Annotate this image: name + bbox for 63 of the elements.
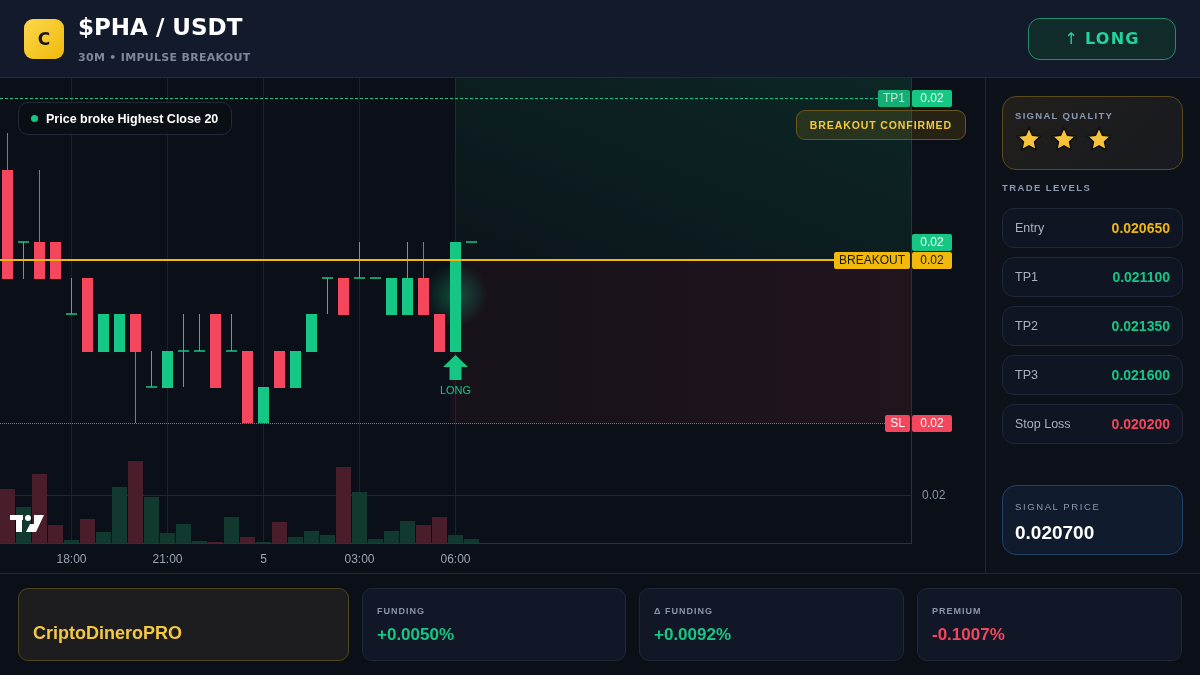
- star-icon: [1085, 126, 1113, 154]
- candle: [290, 351, 301, 388]
- price-label: 0.02: [912, 233, 952, 251]
- level-name: TP3: [1015, 368, 1038, 382]
- section-title: TRADE LEVELS: [1002, 182, 1093, 194]
- stat-label: FUNDING: [377, 606, 426, 617]
- candle: [306, 314, 317, 352]
- level-name: Entry: [1015, 221, 1045, 235]
- candle: [354, 242, 365, 279]
- time-axis-label: 18:00: [56, 551, 87, 566]
- candle: [386, 278, 397, 315]
- stat-label: PREMIUM: [932, 606, 983, 617]
- candle: [226, 314, 237, 352]
- time-axis-label: 06:00: [440, 551, 471, 566]
- candle: [114, 314, 125, 352]
- stat-value: -0.1007%: [932, 625, 1006, 644]
- breakout-status: BREAKOUT CONFIRMED: [795, 110, 966, 140]
- candle: [18, 241, 29, 279]
- candle: [274, 351, 285, 388]
- candle: [338, 278, 349, 315]
- price-label: 0.02: [912, 251, 952, 269]
- level-value: 0.020200: [1111, 416, 1170, 432]
- candle: [146, 351, 157, 388]
- stat-value: +0.0050%: [377, 625, 456, 644]
- card-title: SIGNAL QUALITY: [1015, 110, 1115, 122]
- level-name: Stop Loss: [1015, 417, 1071, 431]
- candle: [434, 314, 445, 352]
- status-dot-icon: [31, 115, 38, 122]
- card-title: SIGNAL PRICE: [1015, 501, 1102, 513]
- candle: [66, 278, 77, 315]
- pair-title: $PHA / USDT: [78, 12, 244, 41]
- up-arrow-icon: [443, 355, 468, 380]
- app-logo: C: [24, 18, 64, 59]
- trade-direction: ↑ LONG: [1028, 17, 1176, 60]
- timeframe-subtitle: 30M • IMPULSE BREAKOUT: [78, 50, 251, 65]
- time-axis-label: 03:00: [344, 551, 375, 566]
- time-axis-label: 21:00: [152, 551, 183, 566]
- level-value: 0.021600: [1111, 367, 1170, 383]
- stat-value: +0.0092%: [654, 625, 733, 644]
- candle: [258, 387, 269, 423]
- signal-label: LONG: [439, 384, 472, 396]
- candle: [194, 314, 205, 352]
- brand-name: CriptoDineroPRO: [33, 623, 182, 643]
- signal-price-value: 0.020700: [1015, 522, 1096, 543]
- candle: [98, 314, 109, 352]
- legend-text: Price broke Highest Close 20: [46, 111, 219, 126]
- price-axis-label: 0.02: [922, 487, 946, 503]
- level-value: 0.020650: [1111, 220, 1170, 236]
- level-name: TP1: [1015, 270, 1038, 284]
- logo-icon: [10, 515, 44, 532]
- candle: [162, 351, 173, 388]
- candle: [50, 242, 61, 279]
- candle: [242, 351, 253, 423]
- level-name: TP2: [1015, 319, 1038, 333]
- time-axis-label: 5: [260, 551, 267, 566]
- level-value: 0.021350: [1111, 318, 1170, 334]
- star-icon: [1015, 126, 1043, 154]
- candle: [322, 277, 333, 314]
- stat-label: Δ FUNDING: [654, 606, 714, 617]
- level-value: 0.021100: [1112, 269, 1170, 285]
- price-label: 0.02: [912, 414, 952, 432]
- star-icon: [1050, 126, 1078, 154]
- price-label: 0.02: [912, 89, 952, 107]
